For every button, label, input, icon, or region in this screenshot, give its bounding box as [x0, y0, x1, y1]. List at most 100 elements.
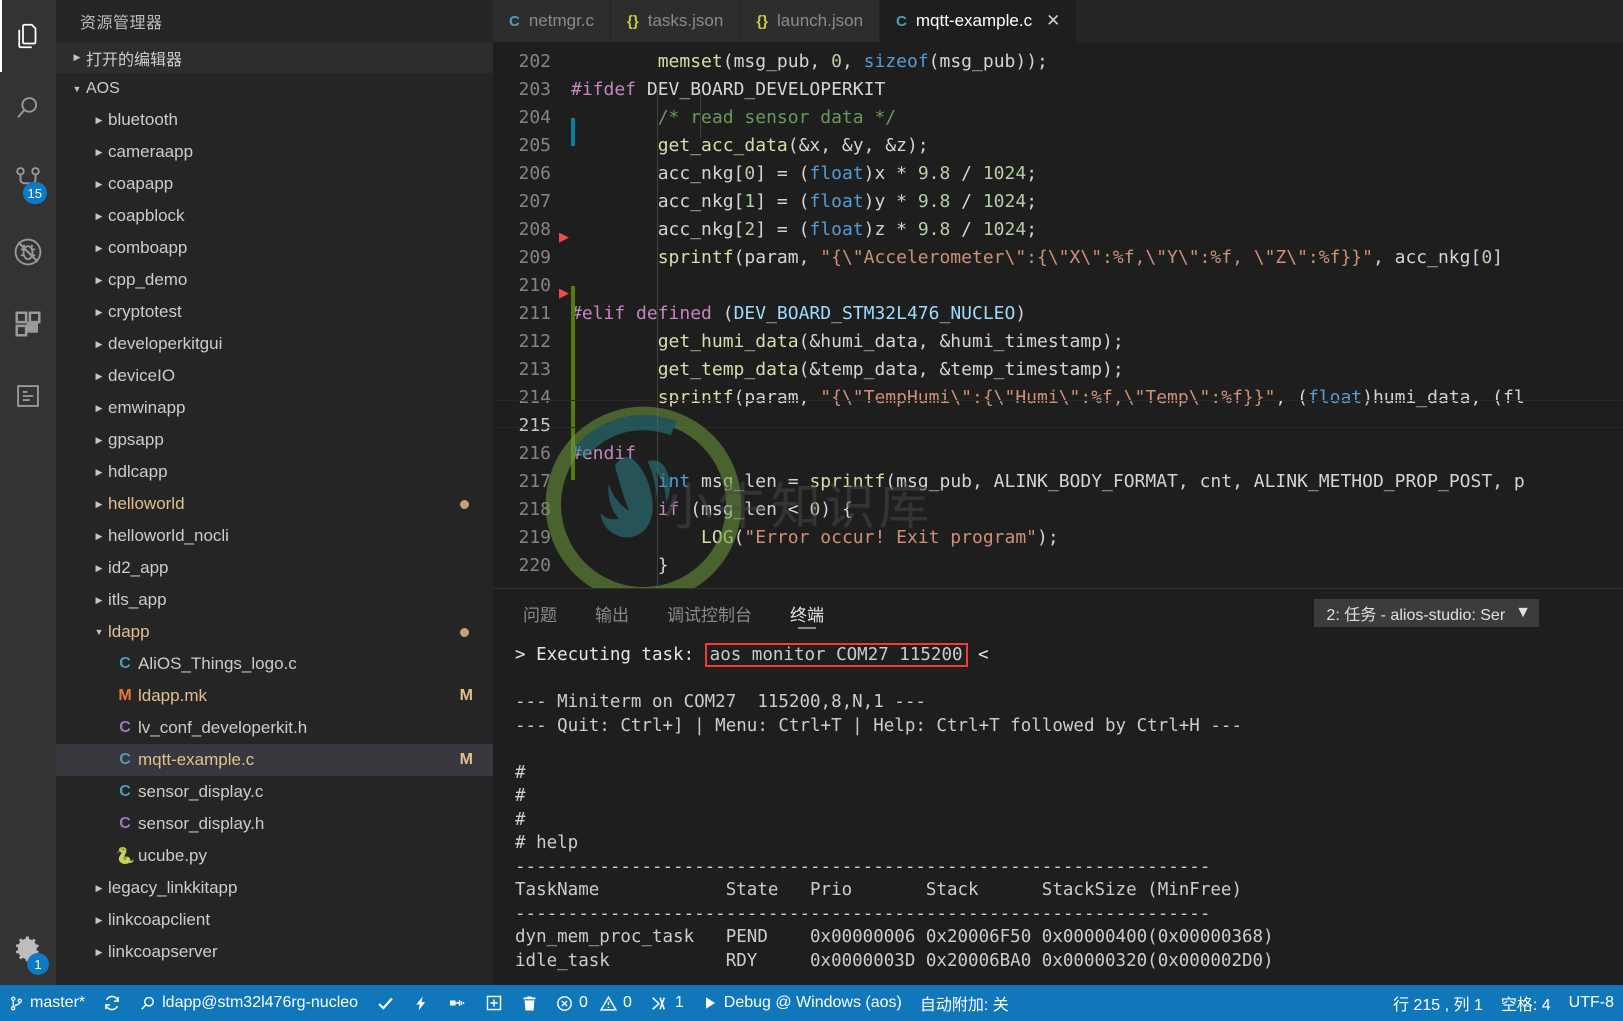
editor-tab-netmgr-c[interactable]: Cnetmgr.c [493, 0, 612, 42]
tree-file[interactable]: C AliOS_Things_logo.c [56, 648, 493, 680]
code-line[interactable]: 216 #endif [493, 440, 1623, 468]
tree-folder[interactable]: ▶ itls_app [56, 584, 493, 616]
chevron-right-icon[interactable]: ▶ [90, 371, 108, 382]
code-line[interactable]: 204 /* read sensor data */ [493, 104, 1623, 132]
panel-tab-debug-console[interactable]: 调试控制台 [667, 589, 752, 637]
activity-search[interactable] [0, 72, 56, 144]
code-line[interactable]: 205 get_acc_data(&x, &y, &z); [493, 132, 1623, 160]
tree-file[interactable]: Mldapp.mk M [56, 680, 493, 712]
breakpoint-glyph-icon-2[interactable]: ▶ [559, 285, 569, 301]
code-line[interactable]: 219 LOG("Error occur! Exit program"); [493, 524, 1623, 552]
tree-folder[interactable]: ▶ comboapp [56, 232, 493, 264]
status-auto-attach[interactable]: 自动附加: 关 [911, 985, 1018, 1021]
tree-folder[interactable]: ▶ coapapp [56, 168, 493, 200]
chevron-right-icon[interactable]: ▶ [90, 947, 108, 958]
code-line[interactable]: 210 [493, 272, 1623, 300]
section-open-editors[interactable]: ▶ 打开的编辑器 [56, 42, 493, 73]
section-workspace[interactable]: ▼ AOS [56, 73, 493, 104]
tree-folder[interactable]: ▶ cameraapp [56, 136, 493, 168]
tree-file[interactable]: Cmqtt-example.c M [56, 744, 493, 776]
status-plug[interactable] [438, 985, 476, 1021]
code-line[interactable]: 217 int msg_len = sprintf(msg_pub, ALINK… [493, 468, 1623, 496]
code-lines[interactable]: 202 memset(msg_pub, 0, sizeof(msg_pub));… [493, 42, 1623, 580]
chevron-right-icon[interactable]: ▶ [90, 275, 108, 286]
status-ports[interactable]: 1 [641, 985, 693, 1021]
activity-source-control[interactable]: 15 [0, 144, 56, 216]
tree-folder[interactable]: ▶ helloworld [56, 488, 493, 520]
status-indentation[interactable]: 空格: 4 [1492, 985, 1560, 1021]
tree-folder[interactable]: ▶ coapblock [56, 200, 493, 232]
tree-folder[interactable]: ▶ gpsapp [56, 424, 493, 456]
status-branch[interactable]: master* [0, 985, 94, 1021]
tree-folder[interactable]: ▶ legacy_linkkitapp [56, 872, 493, 904]
code-line[interactable]: 206 acc_nkg[0] = (float)x * 9.8 / 1024; [493, 160, 1623, 188]
code-line[interactable]: 208 acc_nkg[2] = (float)z * 9.8 / 1024; [493, 216, 1623, 244]
code-editor[interactable]: 202 memset(msg_pub, 0, sizeof(msg_pub));… [493, 42, 1623, 588]
status-flash[interactable] [404, 985, 438, 1021]
tree-file[interactable]: Csensor_display.c [56, 776, 493, 808]
code-line[interactable]: 203 #ifdef DEV_BOARD_DEVELOPERKIT [493, 76, 1623, 104]
code-line[interactable]: 218 if (msg_len < 0) { [493, 496, 1623, 524]
code-line[interactable]: 202 memset(msg_pub, 0, sizeof(msg_pub)); [493, 48, 1623, 76]
chevron-right-icon[interactable]: ▶ [90, 339, 108, 350]
code-line[interactable]: 213 get_temp_data(&temp_data, &temp_time… [493, 356, 1623, 384]
tree-folder[interactable]: ▶ linkcoapclient [56, 904, 493, 936]
code-line[interactable]: 220 } [493, 552, 1623, 580]
code-content[interactable]: 202 memset(msg_pub, 0, sizeof(msg_pub));… [493, 42, 1623, 588]
close-icon[interactable]: ✕ [1046, 11, 1060, 31]
tree-folder[interactable]: ▶ cpp_demo [56, 264, 493, 296]
status-check[interactable] [367, 985, 404, 1021]
file-tree[interactable]: ▶ bluetooth ▶ cameraapp ▶ coapapp ▶ coapblock ▶ c… [56, 104, 493, 985]
editor-tab-mqtt-example-c[interactable]: Cmqtt-example.c ✕ [880, 0, 1078, 42]
status-encoding[interactable]: UTF-8 [1560, 985, 1623, 1021]
chevron-right-icon[interactable]: ▶ [90, 915, 108, 926]
chevron-down-icon[interactable]: ▼ [90, 627, 108, 637]
tree-file[interactable]: Csensor_display.h [56, 808, 493, 840]
activity-remote-explorer[interactable] [0, 360, 56, 432]
tree-folder[interactable]: ▶ deviceIO [56, 360, 493, 392]
code-line[interactable]: 212 get_humi_data(&humi_data, &humi_time… [493, 328, 1623, 356]
chevron-right-icon[interactable]: ▶ [90, 531, 108, 542]
chevron-right-icon[interactable]: ▶ [90, 563, 108, 574]
status-cursor-position[interactable]: 行 215 , 列 1 [1384, 985, 1492, 1021]
tree-file[interactable]: 🐍 ucube.py [56, 840, 493, 872]
panel-tab-terminal[interactable]: 终端 [790, 589, 824, 637]
terminal-output[interactable]: > Executing task: aos monitor COM27 1152… [493, 637, 1623, 985]
activity-explorer[interactable] [0, 0, 56, 72]
chevron-right-icon[interactable]: ▶ [90, 467, 108, 478]
chevron-right-icon[interactable]: ▶ [90, 403, 108, 414]
tree-folder[interactable]: ▶ cryptotest [56, 296, 493, 328]
tree-folder[interactable]: ▶ linkcoapserver [56, 936, 493, 968]
status-debug-target[interactable]: Debug @ Windows (aos) [693, 985, 911, 1021]
code-line[interactable]: 207 acc_nkg[1] = (float)y * 9.8 / 1024; [493, 188, 1623, 216]
terminal-selector-dropdown[interactable]: 2: 任务 - alios-studio: Ser ▼ [1314, 599, 1539, 627]
chevron-right-icon[interactable]: ▶ [90, 435, 108, 446]
editor-tab-tasks-json[interactable]: {} tasks.json [611, 0, 741, 42]
chevron-right-icon[interactable]: ▶ [90, 307, 108, 318]
panel-tab-output[interactable]: 输出 [595, 589, 629, 637]
tree-folder[interactable]: ▶ helloworld_nocli [56, 520, 493, 552]
editor-tab-launch-json[interactable]: {} launch.json [740, 0, 881, 42]
panel-tab-problems[interactable]: 问题 [523, 589, 557, 637]
tree-folder[interactable]: ▶ emwinapp [56, 392, 493, 424]
chevron-right-icon[interactable]: ▶ [90, 115, 108, 126]
status-build-target[interactable]: ldapp@stm32l476rg-nucleo [130, 985, 367, 1021]
tree-folder[interactable]: ▶ bluetooth [56, 104, 493, 136]
tree-file[interactable]: Clv_conf_developerkit.h [56, 712, 493, 744]
tree-folder[interactable]: ▶ id2_app [56, 552, 493, 584]
status-add[interactable] [476, 985, 512, 1021]
code-line[interactable]: 211 #elif defined (DEV_BOARD_STM32L476_NU… [493, 300, 1623, 328]
chevron-right-icon[interactable]: ▶ [90, 883, 108, 894]
tree-folder[interactable]: ▶ hdlcapp [56, 456, 493, 488]
chevron-right-icon[interactable]: ▶ [90, 499, 108, 510]
activity-manage[interactable]: 1 [0, 934, 56, 975]
tree-folder[interactable]: ▼ ldapp [56, 616, 493, 648]
breakpoint-glyph-icon[interactable]: ▶ [559, 229, 569, 245]
code-line[interactable]: 209 sprintf(param, "{\"Accelerometer\":{… [493, 244, 1623, 272]
chevron-right-icon[interactable]: ▶ [90, 179, 108, 190]
activity-extensions[interactable] [0, 288, 56, 360]
status-problems[interactable]: 0 0 [547, 985, 641, 1021]
tree-folder[interactable]: ▶ developerkitgui [56, 328, 493, 360]
chevron-right-icon[interactable]: ▶ [90, 211, 108, 222]
status-clean[interactable] [512, 985, 547, 1021]
